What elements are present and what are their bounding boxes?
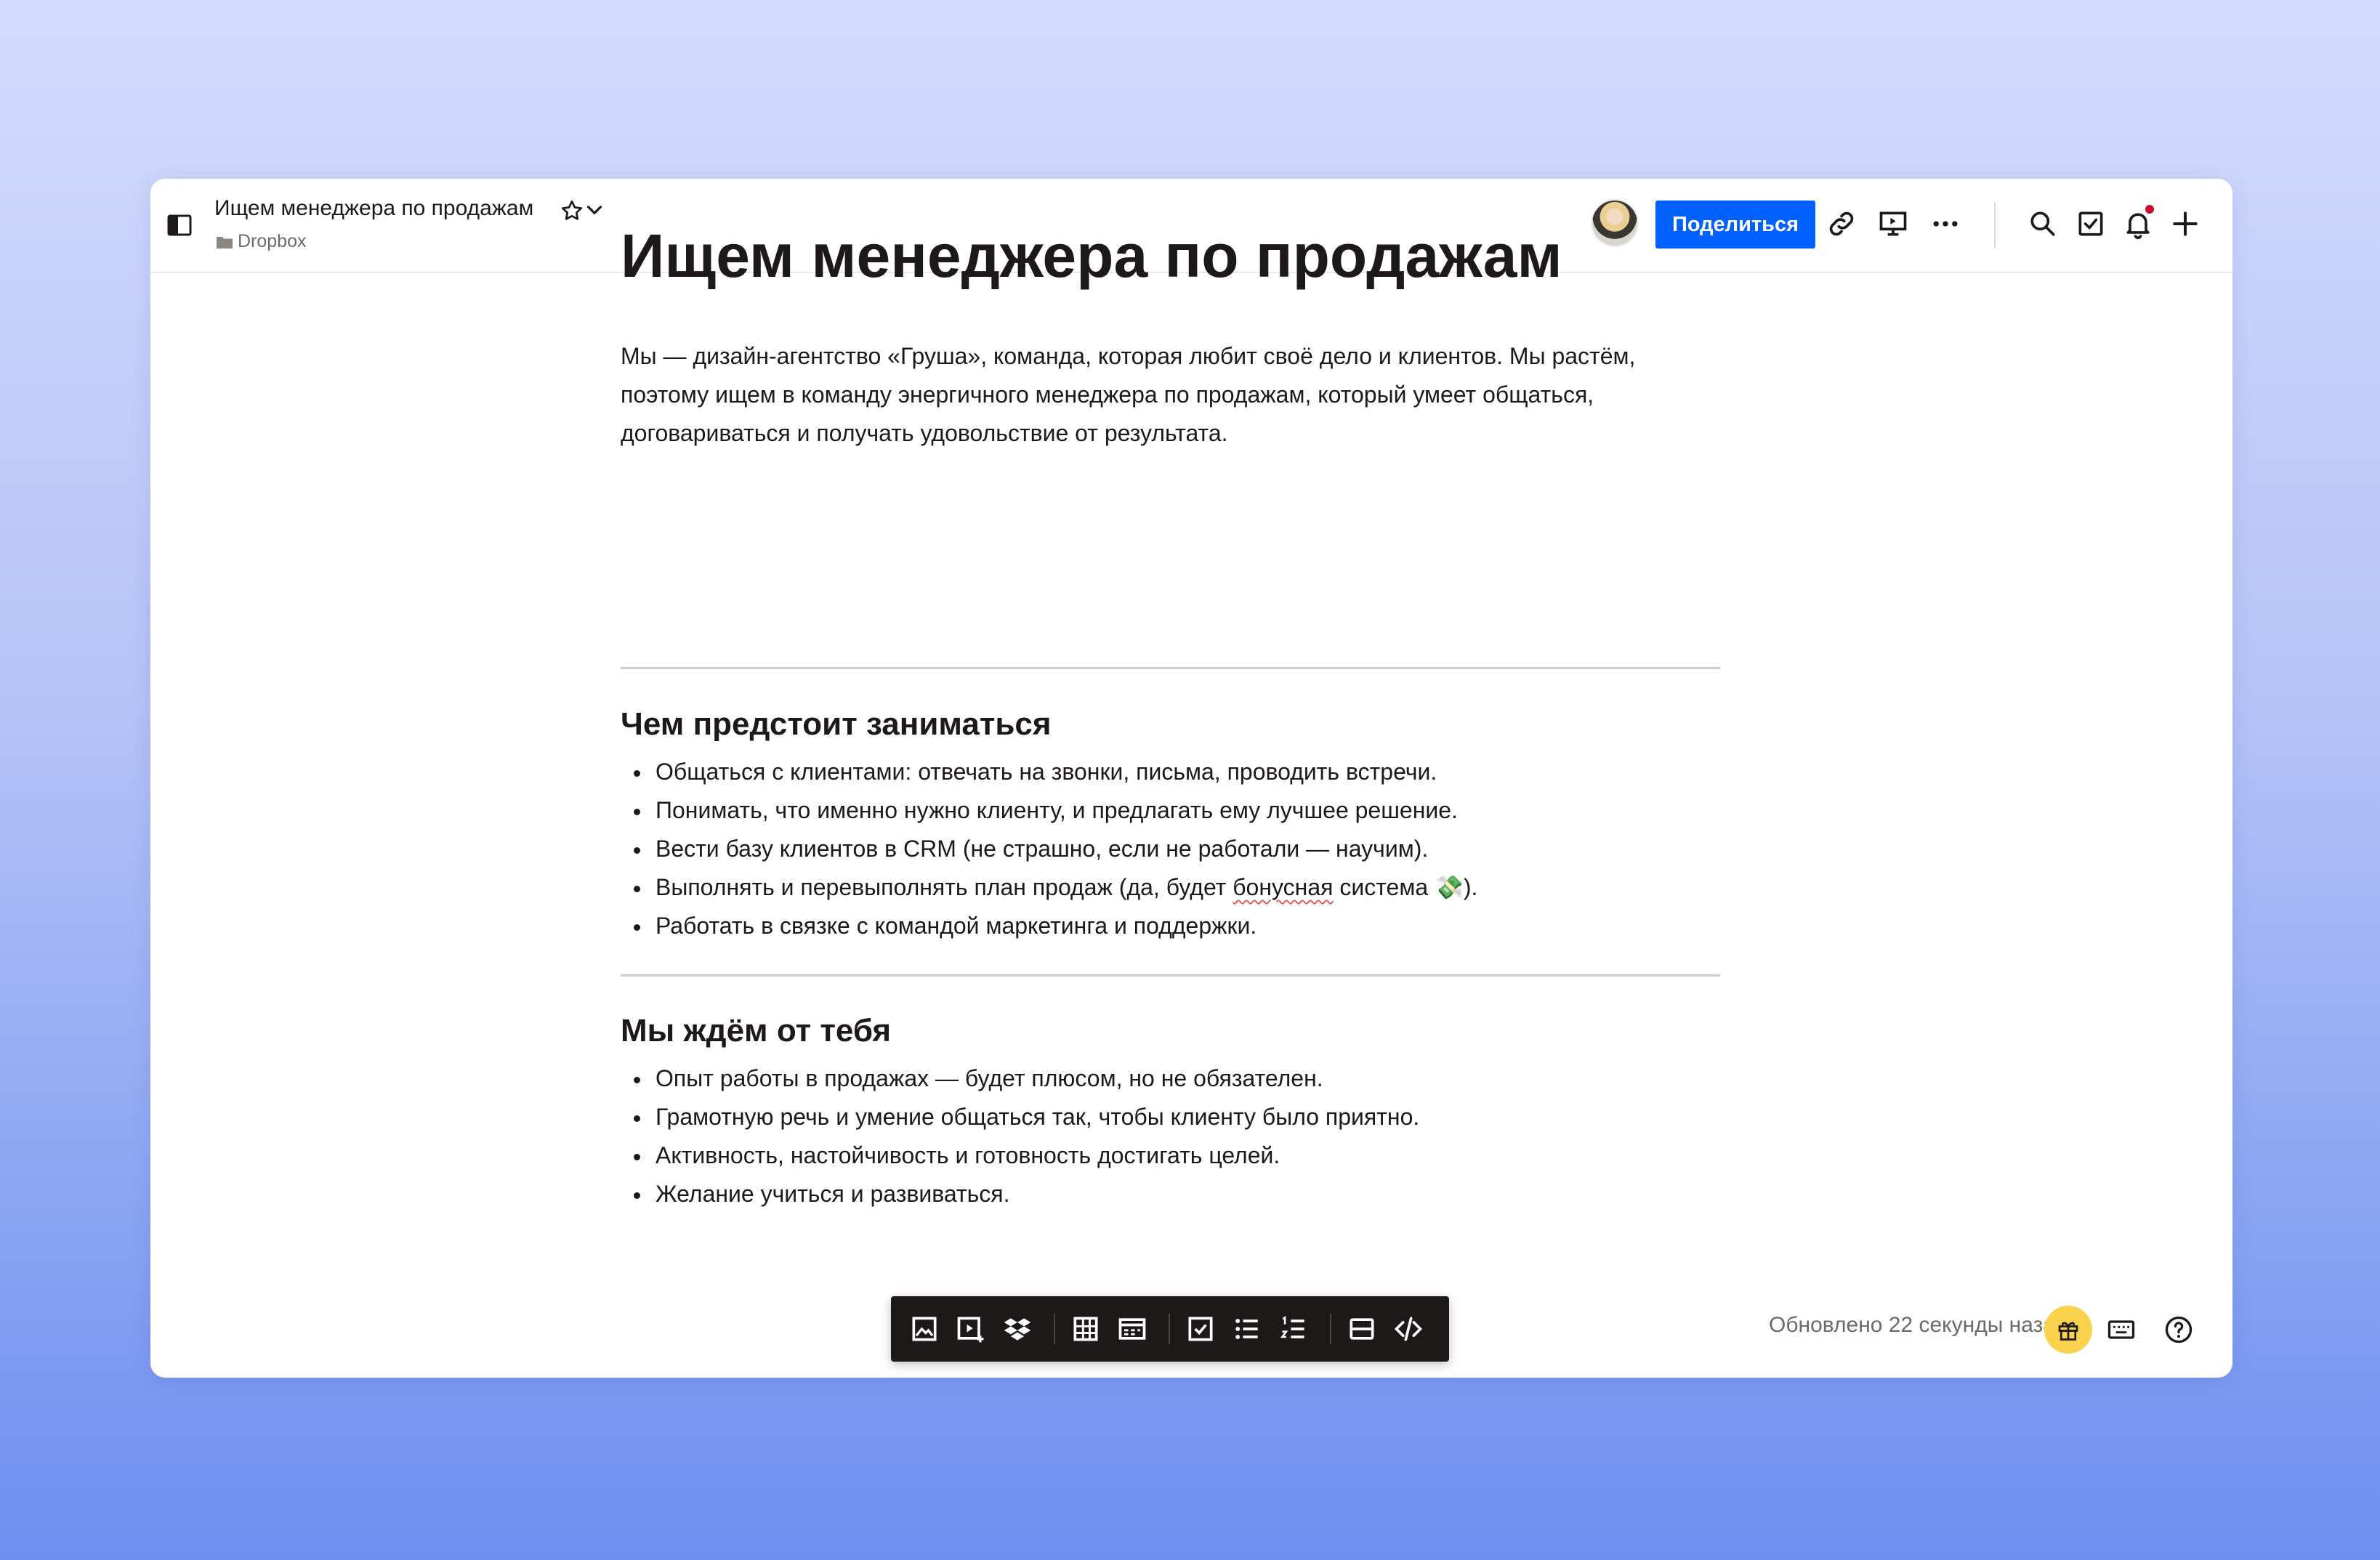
timeline-icon[interactable]	[1116, 1313, 1148, 1345]
insert-toolbar	[891, 1296, 1449, 1362]
keyboard-icon[interactable]	[2105, 1314, 2137, 1346]
intro-line: Мы — дизайн-агентство «Груша», команда, …	[621, 343, 1636, 369]
divider	[621, 667, 1720, 669]
divider-icon[interactable]	[1346, 1313, 1378, 1345]
section-title[interactable]: Чем предстоит заниматься	[621, 706, 1052, 743]
list-item[interactable]: Работать в связке с командой маркетинга …	[621, 907, 1477, 945]
more-icon[interactable]	[1929, 208, 1961, 240]
toolbar-divider	[1169, 1314, 1170, 1344]
sidebar-toggle-icon[interactable]	[166, 214, 193, 237]
section-title[interactable]: Мы ждём от тебя	[621, 1013, 891, 1049]
chevron-down-icon[interactable]	[582, 198, 607, 224]
list-item[interactable]: Вести базу клиентов в CRM (не страшно, е…	[621, 830, 1477, 868]
code-icon[interactable]	[1392, 1313, 1424, 1345]
folder-icon	[217, 236, 233, 248]
plus-icon[interactable]	[2169, 208, 2201, 240]
divider	[621, 974, 1720, 977]
dropbox-icon[interactable]	[1001, 1313, 1033, 1345]
spellcheck-word[interactable]: бонусная	[1233, 874, 1333, 900]
numbered-list-icon[interactable]	[1278, 1313, 1310, 1345]
notification-dot	[2145, 205, 2154, 214]
list-item[interactable]: Выполнять и перевыполнять план продаж (д…	[621, 868, 1477, 907]
breadcrumb-label: Dropbox	[238, 231, 307, 251]
list-item[interactable]: Грамотную речь и умение общаться так, чт…	[621, 1098, 1419, 1136]
avatar[interactable]	[1591, 199, 1639, 247]
table-icon[interactable]	[1070, 1313, 1102, 1345]
help-icon[interactable]	[2163, 1314, 2195, 1346]
toolbar-divider	[1994, 202, 1996, 248]
present-icon[interactable]	[1877, 208, 1909, 240]
search-icon[interactable]	[2027, 208, 2059, 240]
toolbar-divider	[1330, 1314, 1331, 1344]
last-updated-status: Обновлено 22 секунды назад	[1769, 1313, 2067, 1337]
bulleted-list-icon[interactable]	[1231, 1313, 1263, 1345]
intro-line: договариваться и получать удовольствие о…	[621, 420, 1228, 446]
bullet-list[interactable]: Общаться с клиентами: отвечать на звонки…	[621, 753, 1477, 945]
intro-paragraph[interactable]: Мы — дизайн-агентство «Груша», команда, …	[621, 337, 1722, 453]
list-item[interactable]: Общаться с клиентами: отвечать на звонки…	[621, 753, 1477, 791]
app-window: Ищем менеджера по продажам Dropbox Подел…	[150, 179, 2232, 1378]
link-icon[interactable]	[1826, 208, 1857, 240]
image-icon[interactable]	[908, 1313, 940, 1345]
list-item[interactable]: Желание учиться и развиваться.	[621, 1175, 1419, 1213]
checklist-icon[interactable]	[2075, 208, 2107, 240]
page-title[interactable]: Ищем менеджера по продажам	[621, 225, 1562, 286]
list-item[interactable]: Активность, настойчивость и готовность д…	[621, 1136, 1419, 1175]
bullet-list[interactable]: Опыт работы в продажах — будет плюсом, н…	[621, 1059, 1419, 1213]
list-item[interactable]: Опыт работы в продажах — будет плюсом, н…	[621, 1059, 1419, 1098]
share-button[interactable]: Поделиться	[1655, 201, 1815, 248]
toolbar-divider	[1054, 1314, 1055, 1344]
checkbox-icon[interactable]	[1185, 1313, 1217, 1345]
video-icon[interactable]	[955, 1313, 987, 1345]
document-title[interactable]: Ищем менеджера по продажам	[214, 196, 533, 221]
star-icon[interactable]	[559, 198, 585, 224]
breadcrumb[interactable]: Dropbox	[216, 231, 307, 252]
gift-icon[interactable]	[2044, 1306, 2092, 1354]
list-item[interactable]: Понимать, что именно нужно клиенту, и пр…	[621, 791, 1477, 830]
intro-line: поэтому ищем в команду энергичного менед…	[621, 381, 1594, 408]
